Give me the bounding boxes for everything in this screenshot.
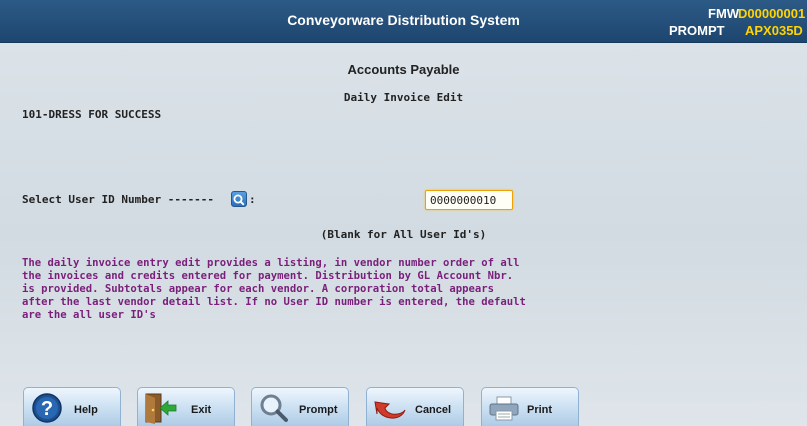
header-code-label-2: PROMPT: [669, 23, 725, 38]
header-code-value-1: D00000001: [738, 6, 806, 21]
exit-door-icon: [145, 393, 177, 424]
user-id-lookup-button[interactable]: [231, 191, 247, 207]
header-code-value-2: APX035D: [745, 23, 803, 38]
header-code-label-1: FMW: [708, 6, 740, 21]
company-name: 101-DRESS FOR SUCCESS: [22, 108, 162, 121]
prompt-button-label: Prompt: [299, 404, 338, 416]
exit-button-label: Exit: [191, 404, 212, 416]
help-icon: ?: [32, 393, 62, 423]
description-line: after the last vendor detail list. If no…: [22, 296, 526, 308]
title-bar: Conveyorware Distribution System FMW D00…: [0, 0, 807, 43]
help-button[interactable]: ? Help: [23, 387, 121, 426]
user-id-input[interactable]: [425, 190, 513, 210]
description-text: The daily invoice entry edit provides a …: [22, 257, 622, 322]
undo-arrow-icon: [374, 401, 406, 419]
screen-heading: Accounts Payable: [347, 62, 460, 77]
user-id-label: Select User ID Number -------: [22, 193, 215, 206]
search-icon: [233, 194, 245, 206]
description-line: the invoices and credits entered for pay…: [22, 270, 514, 282]
help-button-label: Help: [74, 404, 98, 416]
prompt-button[interactable]: Prompt: [251, 387, 349, 426]
screen-subheading: Daily Invoice Edit: [343, 91, 464, 104]
svg-text:?: ?: [41, 398, 53, 420]
printer-icon: [489, 396, 519, 421]
print-button[interactable]: Print: [481, 387, 579, 426]
magnifier-icon: [260, 394, 288, 422]
user-id-colon: :: [249, 193, 256, 206]
exit-button[interactable]: Exit: [137, 387, 235, 426]
description-line: are the all user ID's: [22, 309, 156, 321]
print-button-label: Print: [527, 404, 553, 416]
description-line: The daily invoice entry edit provides a …: [22, 257, 520, 269]
cancel-button-label: Cancel: [415, 404, 452, 416]
description-line: is provided. Subtotals appear for each v…: [22, 283, 494, 295]
user-id-hint: (Blank for All User Id's): [320, 228, 487, 241]
cancel-button[interactable]: Cancel: [366, 387, 464, 426]
